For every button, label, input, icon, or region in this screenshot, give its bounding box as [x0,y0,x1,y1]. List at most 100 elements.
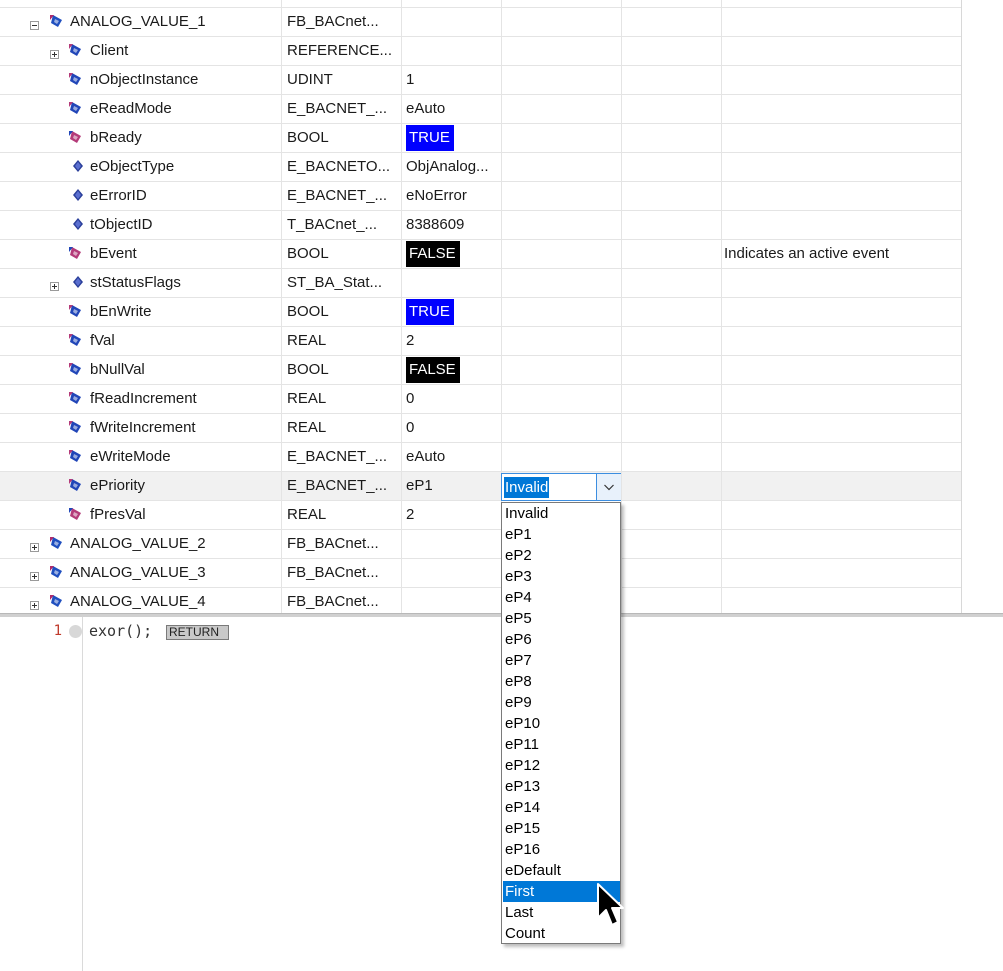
table-row[interactable]: ANALOG_VALUE_2 FB_BACnet... [0,530,962,559]
type-cell: REAL [287,419,327,436]
combobox-dropdown-button[interactable] [596,474,621,500]
dropdown-option[interactable]: eP13 [503,776,620,797]
value-cell[interactable]: 8388609 [406,211,501,239]
value-cell[interactable]: 0 [406,414,501,442]
table-row[interactable]: ANALOG_VALUE_4 FB_BACnet... [0,588,962,613]
value-cell[interactable] [406,37,501,65]
table-row[interactable]: eReadMode E_BACNET_... eAuto [0,95,962,124]
expression-cell: fWriteIncrement [90,419,196,436]
return-badge: RETURN [166,625,229,640]
expand-icon[interactable] [30,539,39,552]
dropdown-option[interactable]: eP14 [503,797,620,818]
value-cell[interactable]: 2 [406,327,501,355]
value-cell[interactable]: eNoError [406,182,501,210]
dropdown-option[interactable]: eP16 [503,839,620,860]
breakpoint-marker-icon[interactable] [69,625,82,638]
table-row[interactable]: tObjectID T_BACnet_... 8388609 [0,211,962,240]
dropdown-option[interactable]: eP8 [503,671,620,692]
table-row[interactable]: nObjectInstance UDINT 1 [0,66,962,95]
table-row-partial [0,0,962,8]
value-cell[interactable]: 1 [406,66,501,94]
dropdown-option[interactable]: eP2 [503,545,620,566]
value-cell[interactable]: eP1 [406,472,501,500]
table-row[interactable]: fWriteIncrement REAL 0 [0,414,962,443]
dropdown-option[interactable]: Invalid [503,503,620,524]
value-cell[interactable]: eAuto [406,95,501,123]
table-row[interactable]: fPresVal REAL 2 [0,501,962,530]
input-var-icon [68,43,82,61]
dropdown-option[interactable]: eP6 [503,629,620,650]
value-cell[interactable]: ObjAnalog... [406,153,501,181]
dropdown-option[interactable]: eP7 [503,650,620,671]
table-row[interactable]: bNullVal BOOL FALSE [0,356,962,385]
expand-icon[interactable] [50,46,59,59]
type-cell: FB_BACnet... [287,593,379,610]
table-row[interactable]: bEvent BOOL FALSE Indicates an active event [0,240,962,269]
type-cell: UDINT [287,71,333,88]
dropdown-option[interactable]: eP3 [503,566,620,587]
comment-cell [724,269,960,297]
table-row[interactable]: ANALOG_VALUE_1 FB_BACnet... [0,8,962,37]
expression-cell: eObjectType [90,158,175,175]
output-var-icon [68,507,82,525]
input-var-icon [68,420,82,438]
table-row[interactable]: stStatusFlags ST_BA_Stat... [0,269,962,298]
table-row[interactable]: ANALOG_VALUE_3 FB_BACnet... [0,559,962,588]
expression-cell: eWriteMode [90,448,171,465]
prepared-value-combobox[interactable]: Invalid [501,473,621,501]
dropdown-option[interactable]: eP11 [503,734,620,755]
table-row[interactable]: eObjectType E_BACNETO... ObjAnalog... [0,153,962,182]
type-cell: ST_BA_Stat... [287,274,383,291]
comment-cell [724,37,960,65]
type-cell: REFERENCE... [287,42,393,59]
table-row[interactable]: eWriteMode E_BACNET_... eAuto [0,443,962,472]
expand-icon[interactable] [30,568,39,581]
dropdown-option[interactable]: eP15 [503,818,620,839]
comment-cell [724,530,960,558]
dropdown-option[interactable]: eDefault [503,860,620,881]
dropdown-option[interactable]: eP9 [503,692,620,713]
type-cell: E_BACNET_... [287,187,388,204]
value-cell[interactable]: 2 [406,501,501,529]
input-var-icon [68,362,82,380]
expand-icon[interactable] [30,597,39,610]
expression-cell: stStatusFlags [90,274,181,291]
expression-cell: ANALOG_VALUE_3 [70,564,206,581]
expression-cell: fPresVal [90,506,146,523]
bool-value-badge: FALSE [406,357,460,383]
table-row[interactable]: Client REFERENCE... [0,37,962,66]
collapse-icon[interactable] [30,17,39,30]
value-cell[interactable]: TRUE [406,124,501,152]
value-cell[interactable] [406,559,501,587]
value-cell[interactable]: FALSE [406,356,501,384]
table-row[interactable]: fVal REAL 2 [0,327,962,356]
value-cell[interactable] [406,269,501,297]
value-cell[interactable]: TRUE [406,298,501,326]
value-cell[interactable]: 0 [406,385,501,413]
expression-cell: bEvent [90,245,137,262]
dropdown-option[interactable]: eP10 [503,713,620,734]
type-cell: E_BACNET_... [287,100,388,117]
prepared-value-dropdown-list[interactable]: Invalid eP1 eP2 eP3 eP4 eP5 eP6 eP7 eP8 eP9 eP10 eP… [501,502,621,944]
value-cell[interactable]: eAuto [406,443,501,471]
comment-cell [724,182,960,210]
input-var-icon [68,449,82,467]
dropdown-option[interactable]: eP1 [503,524,620,545]
table-row[interactable]: bEnWrite BOOL TRUE [0,298,962,327]
comment-cell [724,356,960,384]
comment-cell [724,559,960,587]
table-row[interactable]: eErrorID E_BACNET_... eNoError [0,182,962,211]
dropdown-option[interactable]: eP12 [503,755,620,776]
table-row[interactable]: fReadIncrement REAL 0 [0,385,962,414]
expand-icon[interactable] [50,278,59,291]
dropdown-option[interactable]: eP5 [503,608,620,629]
value-cell[interactable]: FALSE [406,240,501,268]
table-row[interactable]: ePriority E_BACNET_... eP1 [0,472,962,501]
dropdown-option[interactable]: eP4 [503,587,620,608]
table-row[interactable]: bReady BOOL TRUE [0,124,962,153]
code-line[interactable]: exor(); [89,622,152,640]
value-cell[interactable] [406,588,501,613]
value-cell[interactable] [406,530,501,558]
value-cell[interactable] [406,8,501,36]
type-cell: REAL [287,332,327,349]
